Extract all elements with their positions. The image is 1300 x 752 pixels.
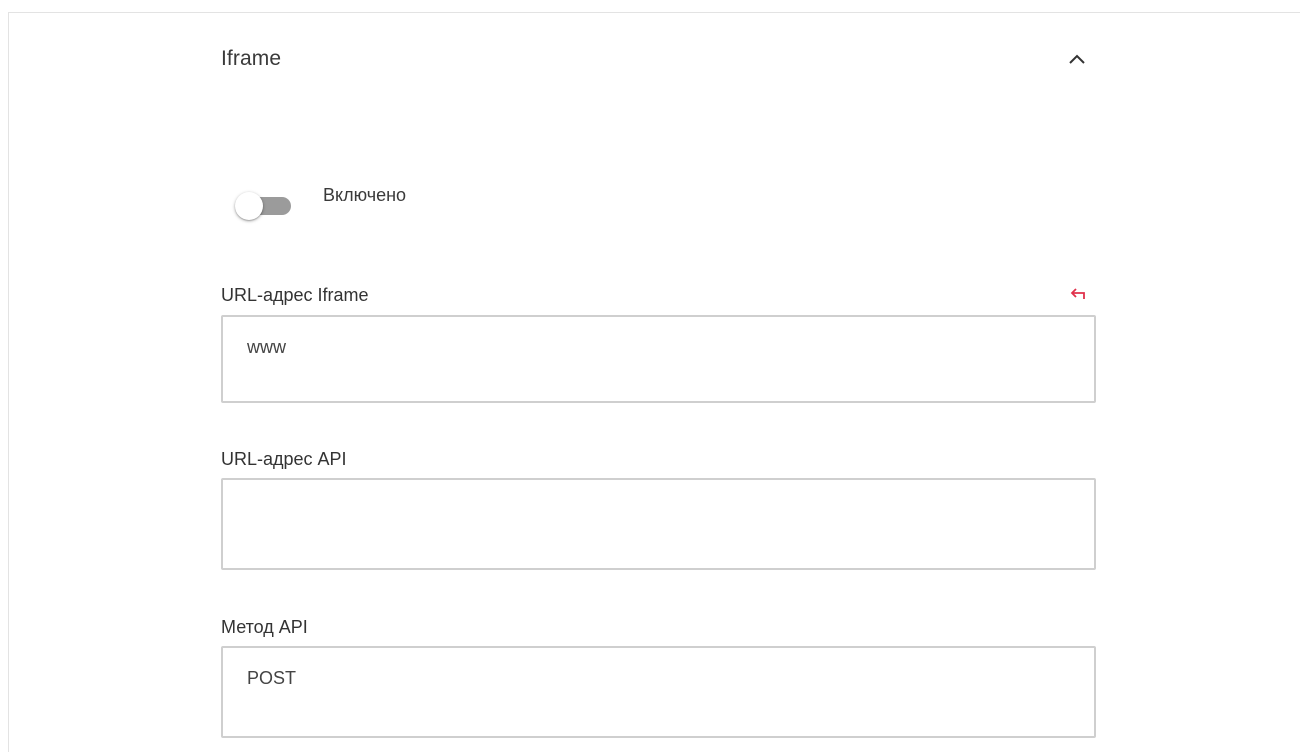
api-method-value: POST	[247, 668, 297, 688]
iframe-url-value: www	[247, 337, 286, 357]
iframe-url-input[interactable]: www	[221, 315, 1096, 403]
api-method-input[interactable]: POST	[221, 646, 1096, 738]
api-url-input[interactable]	[221, 478, 1096, 570]
api-url-label: URL-адрес API	[221, 449, 347, 469]
reset-iframe-url-button[interactable]	[1068, 286, 1090, 306]
undo-arrow-icon	[1070, 287, 1088, 306]
api-method-label: Метод API	[221, 617, 308, 637]
collapse-button[interactable]	[1064, 48, 1090, 74]
chevron-up-icon	[1068, 52, 1086, 70]
enabled-toggle[interactable]	[235, 192, 293, 222]
enabled-toggle-label: Включено	[323, 185, 407, 205]
section-title: Iframe	[221, 47, 282, 70]
toggle-thumb	[235, 192, 263, 220]
iframe-url-label: URL-адрес Iframe	[221, 285, 369, 305]
